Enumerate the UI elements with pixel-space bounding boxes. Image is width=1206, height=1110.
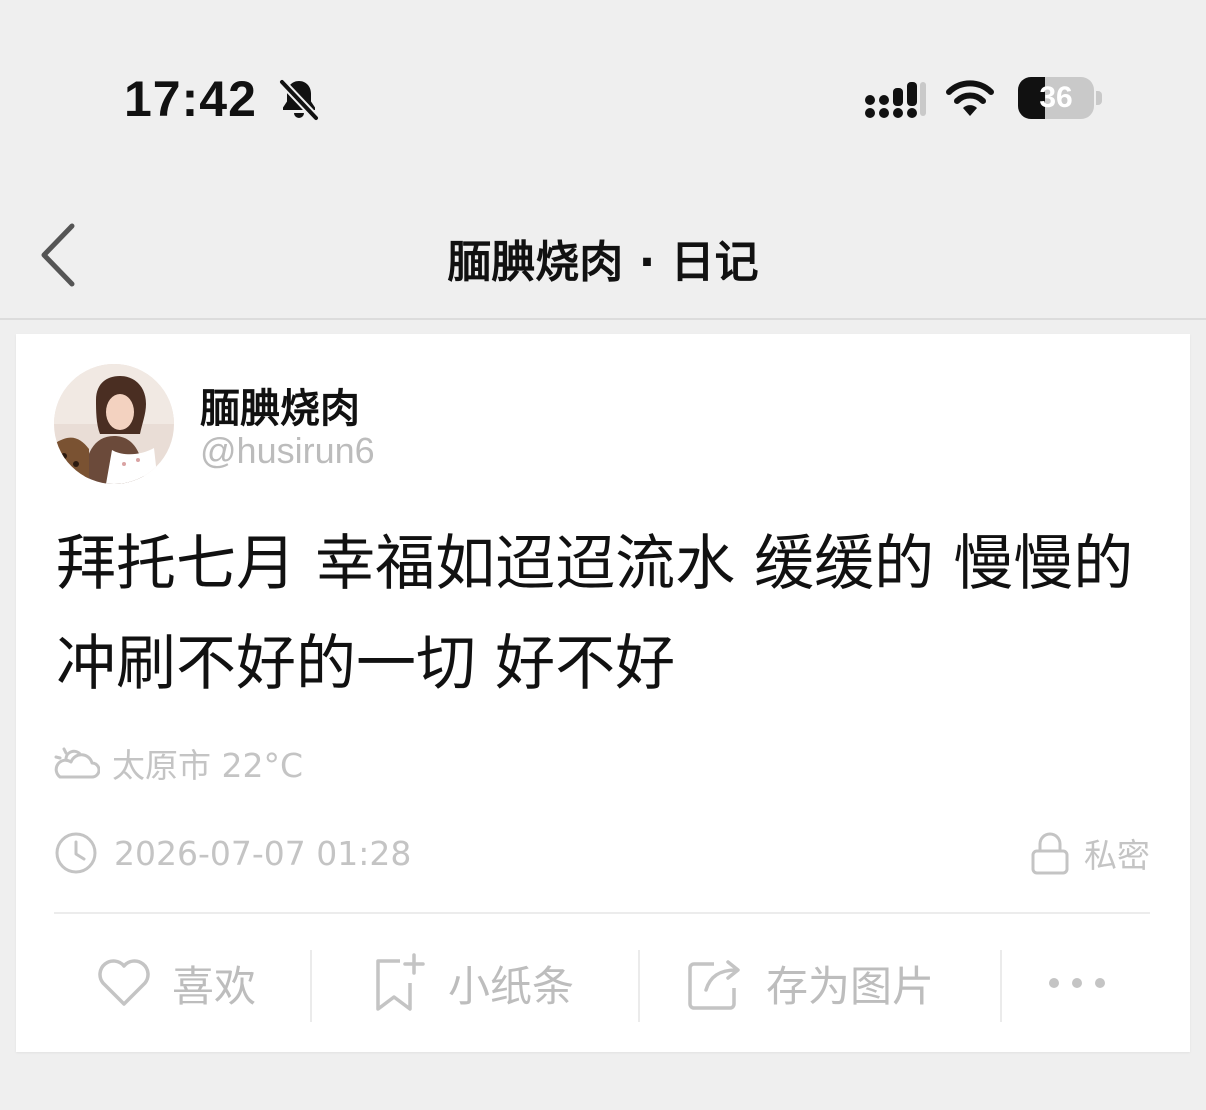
like-label: 喜欢 [172,961,257,1011]
post-datetime: 2026-07-07 01:28 [114,833,412,873]
clock-icon [55,832,97,874]
save-image-button[interactable]: 存为图片 [686,914,934,1052]
status-time: 17:42 [124,71,257,127]
more-dots-icon [1049,978,1105,988]
diary-card: 腼腆烧肉 @husirun6 拜托七月 幸福如迢迢流水 缓缓的 慢慢的 冲刷不好… [16,334,1190,1052]
avatar[interactable] [54,364,174,484]
action-separator [638,950,640,1022]
page-title: 腼腆烧肉 · 日记 [447,237,759,288]
note-button[interactable]: 小纸条 [370,914,574,1052]
battery-icon: 36 [1018,77,1102,119]
post-meta: 2026-07-07 01:28 私密 [54,830,1150,876]
action-bar: 喜欢 小纸条 存为图片 [16,914,1190,1052]
post-content: 拜托七月 幸福如迢迢流水 缓缓的 慢慢的 冲刷不好的一切 好不好 [56,529,1134,699]
save-image-label: 存为图片 [766,961,935,1011]
status-bar: 17:42 36 [0,0,1206,190]
lock-icon [1031,832,1069,875]
note-label: 小纸条 [448,961,575,1011]
wifi-icon [946,80,994,116]
like-button[interactable]: 喜欢 [96,914,256,1052]
weather-text: 太原市 22°C [112,746,304,785]
action-separator [1000,950,1002,1022]
more-button[interactable] [1046,914,1128,1052]
action-separator [310,950,312,1022]
privacy-label[interactable]: 私密 [1084,829,1150,877]
cloud-sun-icon [54,747,100,779]
share-icon [688,960,740,1010]
bell-slash-icon [279,79,319,121]
weather-info: 太原市 22°C [54,740,303,786]
heart-icon [98,959,150,1006]
battery-level: 36 [1039,81,1073,114]
author-name[interactable]: 腼腆烧肉 [200,376,360,434]
author-handle: @husirun6 [200,430,375,471]
nav-bar: 腼腆烧肉 · 日记 [0,190,1206,320]
cellular-signal-icon [865,82,926,118]
bookmark-add-icon [376,953,425,1011]
